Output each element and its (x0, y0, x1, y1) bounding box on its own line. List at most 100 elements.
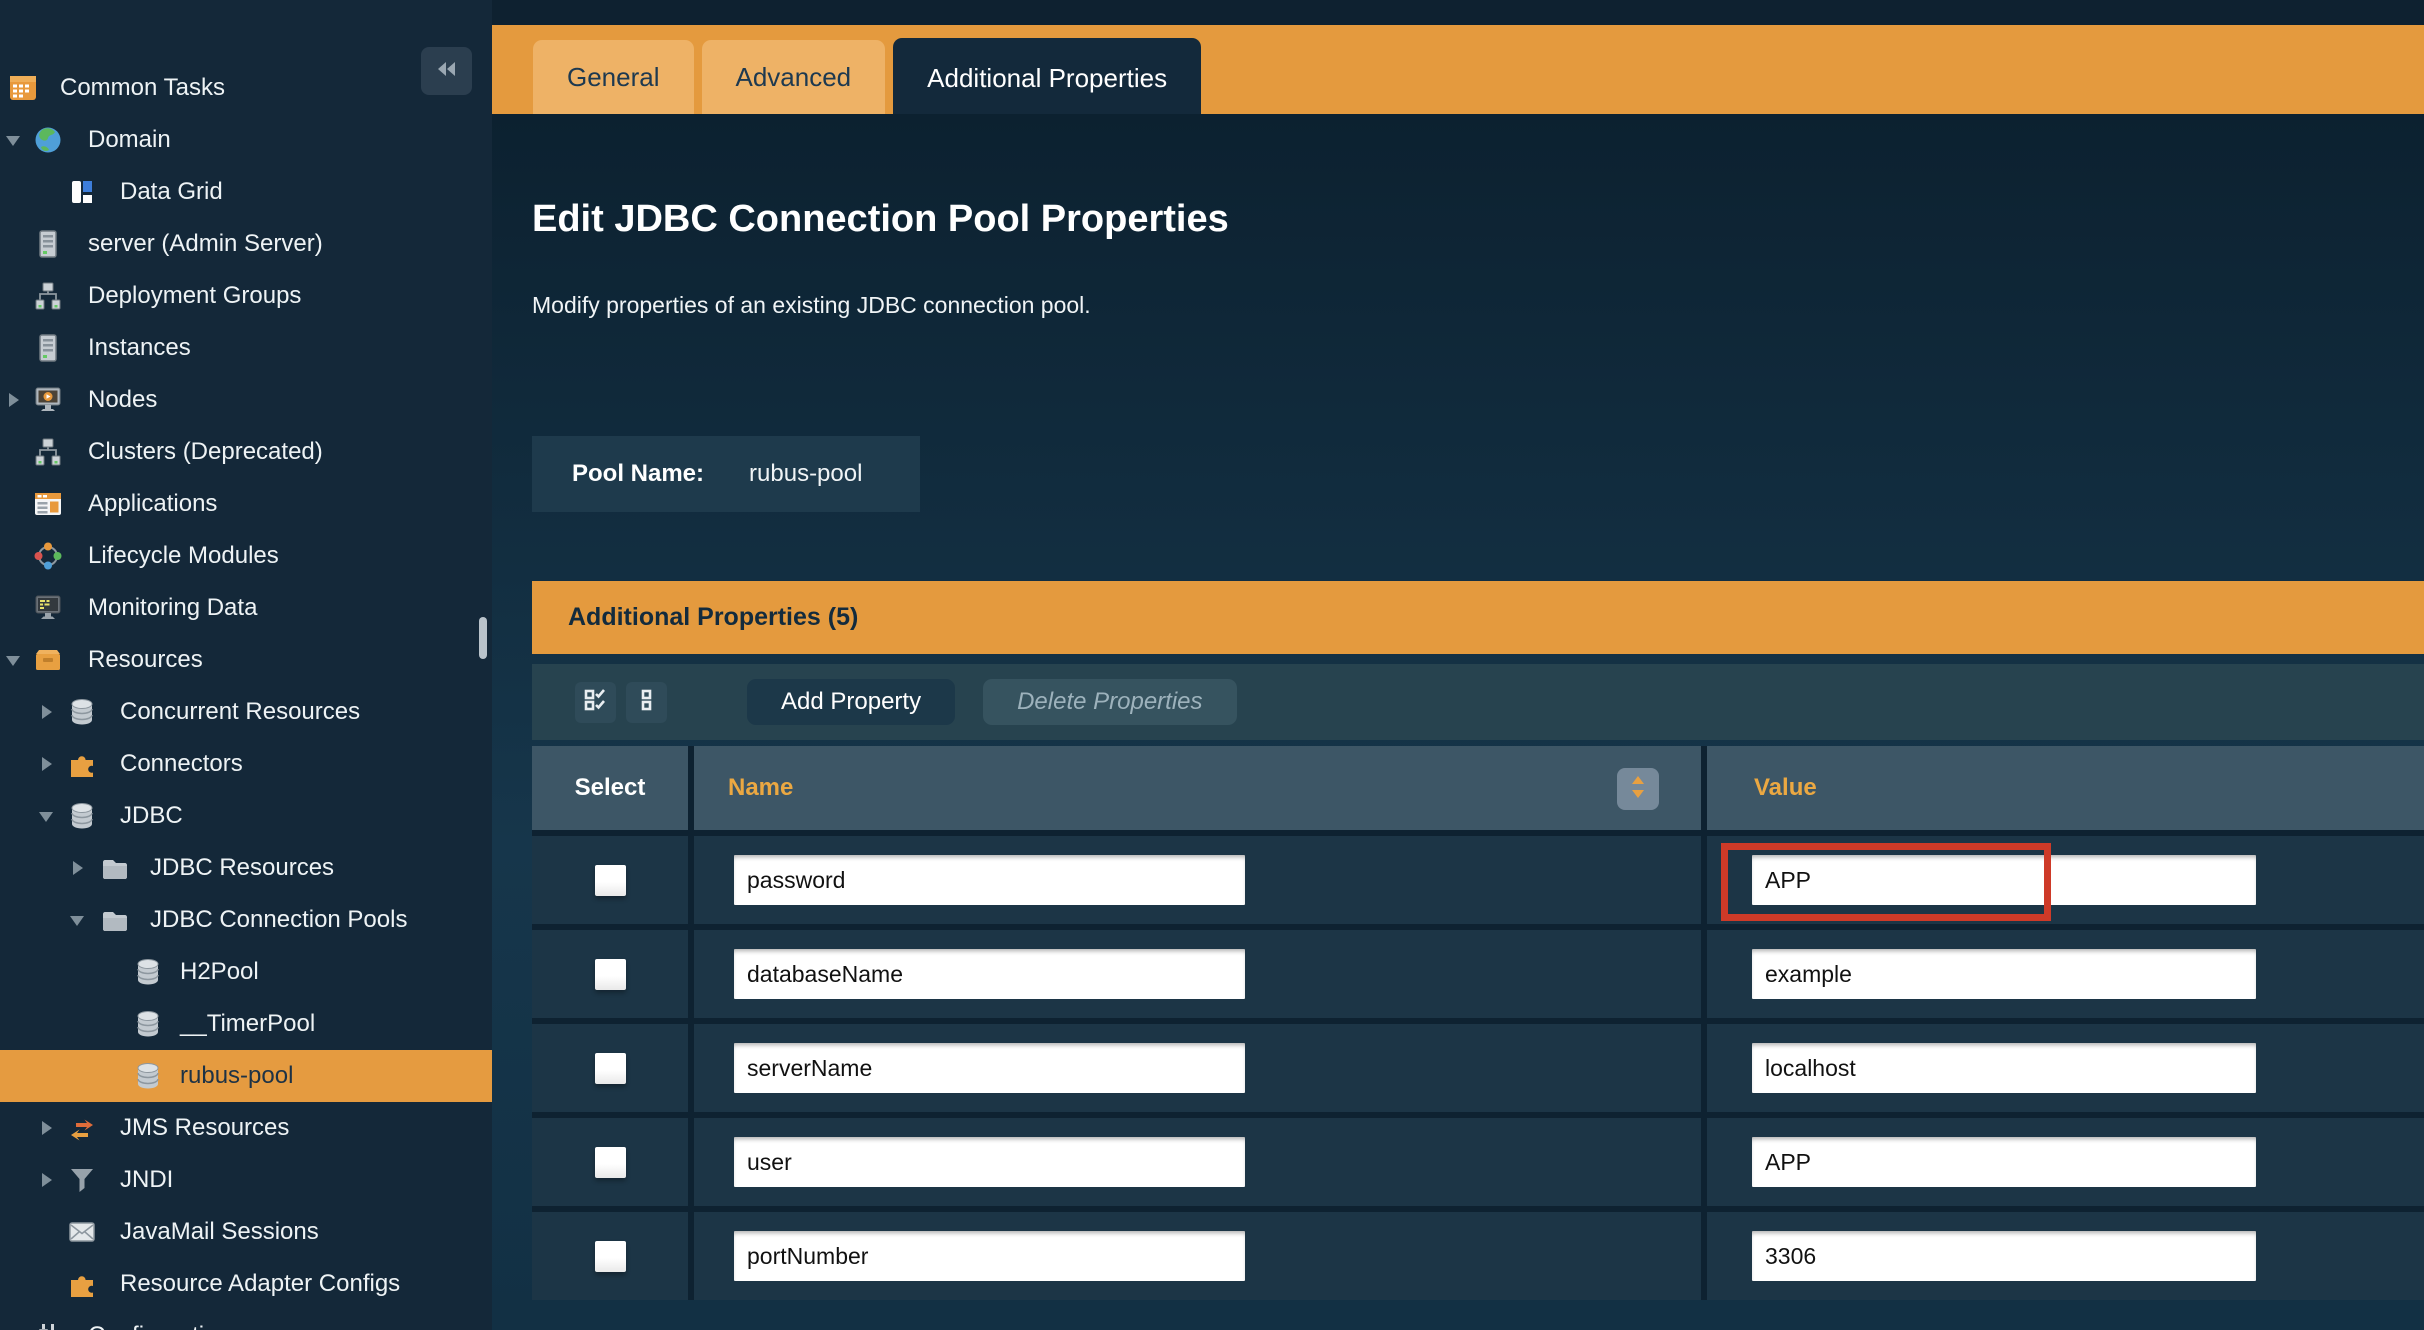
connector-icon (67, 749, 97, 779)
table-header-name: Name (694, 746, 1701, 830)
sidebar-item-connectors[interactable]: Connectors (0, 738, 492, 790)
deselect-all-button[interactable] (626, 682, 667, 723)
row-checkbox-portNumber[interactable] (595, 1241, 626, 1272)
node-icon (33, 385, 63, 415)
tree-expander-collapsed-icon[interactable] (37, 1119, 55, 1137)
sidebar-item--timerpool[interactable]: __TimerPool (0, 998, 492, 1050)
pool-name-panel: Pool Name: rubus-pool (532, 436, 920, 512)
sidebar-item-deployment-groups[interactable]: Deployment Groups (0, 270, 492, 322)
properties-toolbar: Add Property Delete Properties (532, 664, 2424, 740)
database-icon (67, 801, 97, 831)
sidebar-item-label: Data Grid (120, 166, 223, 218)
property-name-input-4[interactable] (734, 1231, 1245, 1281)
cluster-icon (33, 281, 63, 311)
sort-name-button[interactable] (1617, 768, 1659, 810)
sidebar-item-common-tasks[interactable]: Common Tasks (0, 62, 492, 114)
property-name-input-1[interactable] (734, 949, 1245, 999)
sidebar-item-concurrent-resources[interactable]: Concurrent Resources (0, 686, 492, 738)
sidebar-scrollbar-thumb[interactable] (479, 617, 487, 659)
tree-expander-expanded-icon[interactable] (68, 911, 86, 929)
tree-expander-expanded-icon[interactable] (4, 651, 22, 669)
property-value-input-0[interactable] (1752, 855, 2256, 905)
tree-expander-collapsed-icon[interactable] (68, 859, 86, 877)
sidebar-item-label: server (Admin Server) (88, 218, 323, 270)
tab-general[interactable]: General (533, 40, 694, 114)
row-name-cell (694, 836, 1701, 924)
sidebar-item-label: JMS Resources (120, 1102, 289, 1154)
tab-advanced[interactable]: Advanced (702, 40, 886, 114)
select-all-icon (583, 687, 609, 718)
tab-bar: GeneralAdvancedAdditional Properties (492, 25, 2424, 114)
sidebar-item-server-admin-server-[interactable]: server (Admin Server) (0, 218, 492, 270)
sidebar-item-monitoring-data[interactable]: Monitoring Data (0, 582, 492, 634)
sidebar-item-h2pool[interactable]: H2Pool (0, 946, 492, 998)
configuration-icon (33, 1321, 63, 1330)
name-column-label: Name (728, 774, 793, 802)
property-value-input-4[interactable] (1752, 1231, 2256, 1281)
sidebar-item-data-grid[interactable]: Data Grid (0, 166, 492, 218)
tree-expander-collapsed-icon[interactable] (37, 703, 55, 721)
sidebar-item-label: JNDI (120, 1154, 173, 1206)
sidebar-item-label: Deployment Groups (88, 270, 301, 322)
sidebar-item-jms-resources[interactable]: JMS Resources (0, 1102, 492, 1154)
sidebar-item-jdbc-resources[interactable]: JDBC Resources (0, 842, 492, 894)
connector-icon (67, 1269, 97, 1299)
sidebar-item-lifecycle-modules[interactable]: Lifecycle Modules (0, 530, 492, 582)
tab-additional-properties[interactable]: Additional Properties (893, 38, 1201, 118)
tree-expander-collapsed-icon[interactable] (4, 391, 22, 409)
sidebar-item-label: Resource Adapter Configs (120, 1258, 400, 1310)
table-header-value: Value (1707, 746, 2424, 830)
sidebar-item-label: JavaMail Sessions (120, 1206, 319, 1258)
resources-icon (33, 645, 63, 675)
data-grid-icon (67, 177, 97, 207)
sidebar-item-label: JDBC (120, 790, 183, 842)
row-checkbox-serverName[interactable] (595, 1053, 626, 1084)
sidebar-item-label: Domain (88, 114, 171, 166)
jndi-icon (67, 1165, 97, 1195)
tree-expander-expanded-icon[interactable] (4, 131, 22, 149)
sidebar-item-jdbc[interactable]: JDBC (0, 790, 492, 842)
select-all-button[interactable] (575, 682, 616, 723)
property-value-input-3[interactable] (1752, 1137, 2256, 1187)
sidebar-item-resource-adapter-configs[interactable]: Resource Adapter Configs (0, 1258, 492, 1310)
delete-properties-button[interactable]: Delete Properties (983, 679, 1236, 725)
row-name-cell (694, 1212, 1701, 1300)
property-name-input-2[interactable] (734, 1043, 1245, 1093)
page-subtitle: Modify properties of an existing JDBC co… (532, 292, 1091, 319)
sidebar-item-domain[interactable]: Domain (0, 114, 492, 166)
property-name-input-0[interactable] (734, 855, 1245, 905)
sidebar-item-applications[interactable]: Applications (0, 478, 492, 530)
pool-name-label: Pool Name: (572, 460, 704, 488)
navigation-sidebar: Common TasksDomainData Gridserver (Admin… (0, 0, 492, 1330)
row-value-cell (1707, 930, 2424, 1018)
applications-icon (33, 489, 63, 519)
sidebar-item-resources[interactable]: Resources (0, 634, 492, 686)
row-checkbox-password[interactable] (595, 865, 626, 896)
database-icon (133, 957, 163, 987)
row-value-cell (1707, 1212, 2424, 1300)
tree-expander-expanded-icon[interactable] (37, 807, 55, 825)
sidebar-item-label: Connectors (120, 738, 243, 790)
admin-console: Common TasksDomainData Gridserver (Admin… (0, 0, 2424, 1330)
sidebar-item-label: Common Tasks (60, 62, 225, 114)
sidebar-item-jndi[interactable]: JNDI (0, 1154, 492, 1206)
tree-expander-collapsed-icon[interactable] (37, 755, 55, 773)
sidebar-item-javamail-sessions[interactable]: JavaMail Sessions (0, 1206, 492, 1258)
sidebar-item-label: H2Pool (180, 946, 259, 998)
row-checkbox-databaseName[interactable] (595, 959, 626, 990)
folder-icon (100, 905, 130, 935)
sidebar-item-configurations[interactable]: Configurations (0, 1310, 492, 1330)
tree-expander-collapsed-icon[interactable] (37, 1171, 55, 1189)
property-value-input-1[interactable] (1752, 949, 2256, 999)
sidebar-item-instances[interactable]: Instances (0, 322, 492, 374)
sidebar-item-clusters-deprecated-[interactable]: Clusters (Deprecated) (0, 426, 492, 478)
property-value-input-2[interactable] (1752, 1043, 2256, 1093)
row-checkbox-user[interactable] (595, 1147, 626, 1178)
add-property-button[interactable]: Add Property (747, 679, 955, 725)
row-select-cell (532, 836, 688, 924)
sidebar-item-rubus-pool[interactable]: rubus-pool (0, 1050, 492, 1102)
property-name-input-3[interactable] (734, 1137, 1245, 1187)
sidebar-item-jdbc-connection-pools[interactable]: JDBC Connection Pools (0, 894, 492, 946)
sidebar-item-nodes[interactable]: Nodes (0, 374, 492, 426)
mail-icon (67, 1217, 97, 1247)
